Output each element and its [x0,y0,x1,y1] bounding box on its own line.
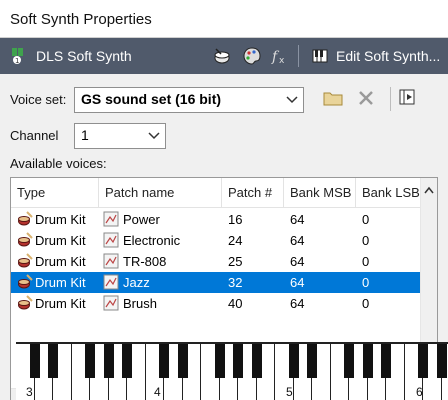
cell-bank-lsb: 0 [362,233,370,248]
patch-icon [103,253,119,269]
cell-type: Drum Kit [35,296,86,311]
column-header-bank-lsb[interactable]: Bank LSB [356,178,421,208]
table-row[interactable]: Drum Kit Power 16 64 0 [11,209,421,230]
plugin-name: DLS Soft Synth [36,48,132,64]
available-voices-label: Available voices: [10,156,107,171]
svg-text:x: x [279,56,285,66]
octave-label: 3 [26,385,33,399]
cell-bank-lsb: 0 [362,296,370,311]
piano-black-key[interactable] [362,344,373,378]
patch-icon [103,295,119,311]
piano-black-key[interactable] [233,344,243,378]
cell-bank-lsb: 0 [362,212,370,227]
drum-kit-icon [17,232,33,248]
piano-black-key[interactable] [288,344,299,378]
drum-kit-icon [17,295,33,311]
cell-patch-num: 16 [228,212,243,227]
channel-value: 1 [81,127,89,143]
title-bar: Soft Synth Properties [0,0,448,38]
column-header-patch-number[interactable]: Patch # [222,178,284,208]
piano-black-key[interactable] [122,344,132,378]
channel-dropdown[interactable]: 1 [74,123,166,149]
drum-kit-icon [17,274,33,290]
fx-icon[interactable]: f x [268,38,292,74]
column-header-bank-msb[interactable]: Bank MSB [284,178,356,208]
cell-patch-num: 40 [228,296,243,311]
table-row[interactable]: Drum Kit TR-808 25 64 0 [11,251,421,272]
cell-bank-msb: 64 [290,212,305,227]
drum-kit-icon[interactable] [210,38,234,74]
cell-bank-lsb: 0 [362,254,370,269]
window-title: Soft Synth Properties [10,11,152,28]
piano-black-key[interactable] [177,344,188,378]
chevron-down-icon [148,132,160,140]
voice-set-label: Voice set: [10,92,67,107]
cell-bank-lsb: 0 [362,275,370,290]
octave-label: 6 [416,385,423,399]
cell-bank-msb: 64 [290,275,305,290]
scroll-up-icon[interactable] [424,186,434,194]
piano-black-key[interactable] [214,344,225,378]
cell-type: Drum Kit [35,233,86,248]
column-header-patch-name[interactable]: Patch name [99,178,222,208]
cell-bank-msb: 64 [290,233,305,248]
cell-type: Drum Kit [35,254,86,269]
piano-keyboard[interactable]: 3 4 5 6 [16,342,448,400]
cell-bank-msb: 64 [290,296,305,311]
voice-set-dropdown[interactable]: GS sound set (16 bit) [74,87,304,113]
cell-type: Drum Kit [35,275,86,290]
cell-patch-name: Jazz [123,275,150,290]
cell-patch-name: Electronic [123,233,181,248]
cell-patch-num: 24 [228,233,243,248]
piano-black-key[interactable] [103,344,114,378]
palette-icon[interactable] [240,38,264,74]
toolbar-separator [298,45,299,67]
column-header-type[interactable]: Type [11,178,99,208]
cell-patch-num: 32 [228,275,243,290]
edit-soft-synth-button[interactable]: Edit Soft Synth... [336,48,440,64]
piano-black-key[interactable] [48,344,58,378]
drum-kit-icon [17,253,33,269]
piano-black-key[interactable] [85,344,95,378]
table-row[interactable]: Drum Kit Electronic 24 64 0 [11,230,421,251]
cell-type: Drum Kit [35,212,86,227]
piano-black-key[interactable] [29,344,40,378]
voice-set-value: GS sound set (16 bit) [81,91,222,107]
edit-synth-icon[interactable] [308,38,332,74]
drum-kit-icon [17,211,33,227]
table-row[interactable]: Drum Kit Jazz 32 64 0 [11,272,421,293]
cell-patch-name: Brush [123,296,157,311]
plugin-toolbar: 1 DLS Soft Synth f x Edit Soft Synth... [0,38,448,74]
piano-black-key[interactable] [436,344,447,378]
patch-icon [103,274,119,290]
cell-bank-msb: 64 [290,254,305,269]
octave-label: 5 [286,385,293,399]
cell-patch-name: Power [123,212,160,227]
patch-icon [103,211,119,227]
piano-black-key[interactable] [418,344,428,378]
octave-label: 4 [154,385,161,399]
piano-black-key[interactable] [344,344,354,378]
properties-icon[interactable] [398,88,422,112]
piano-black-key[interactable] [159,344,169,378]
table-row[interactable]: Drum Kit Brush 40 64 0 [11,293,421,314]
folder-icon[interactable] [322,88,348,112]
list-header: Type Patch name Patch # Bank MSB Bank LS… [11,178,421,208]
cell-patch-num: 25 [228,254,243,269]
piano-black-key[interactable] [251,344,262,378]
separator [390,87,391,111]
plugin-icon[interactable]: 1 [6,38,30,74]
piano-black-key[interactable] [307,344,317,378]
svg-text:1: 1 [15,57,19,65]
channel-label: Channel [10,128,59,143]
piano-black-key[interactable] [381,344,391,378]
delete-icon[interactable] [356,88,380,112]
patch-icon [103,232,119,248]
chevron-down-icon [286,96,298,104]
cell-patch-name: TR-808 [123,254,167,269]
